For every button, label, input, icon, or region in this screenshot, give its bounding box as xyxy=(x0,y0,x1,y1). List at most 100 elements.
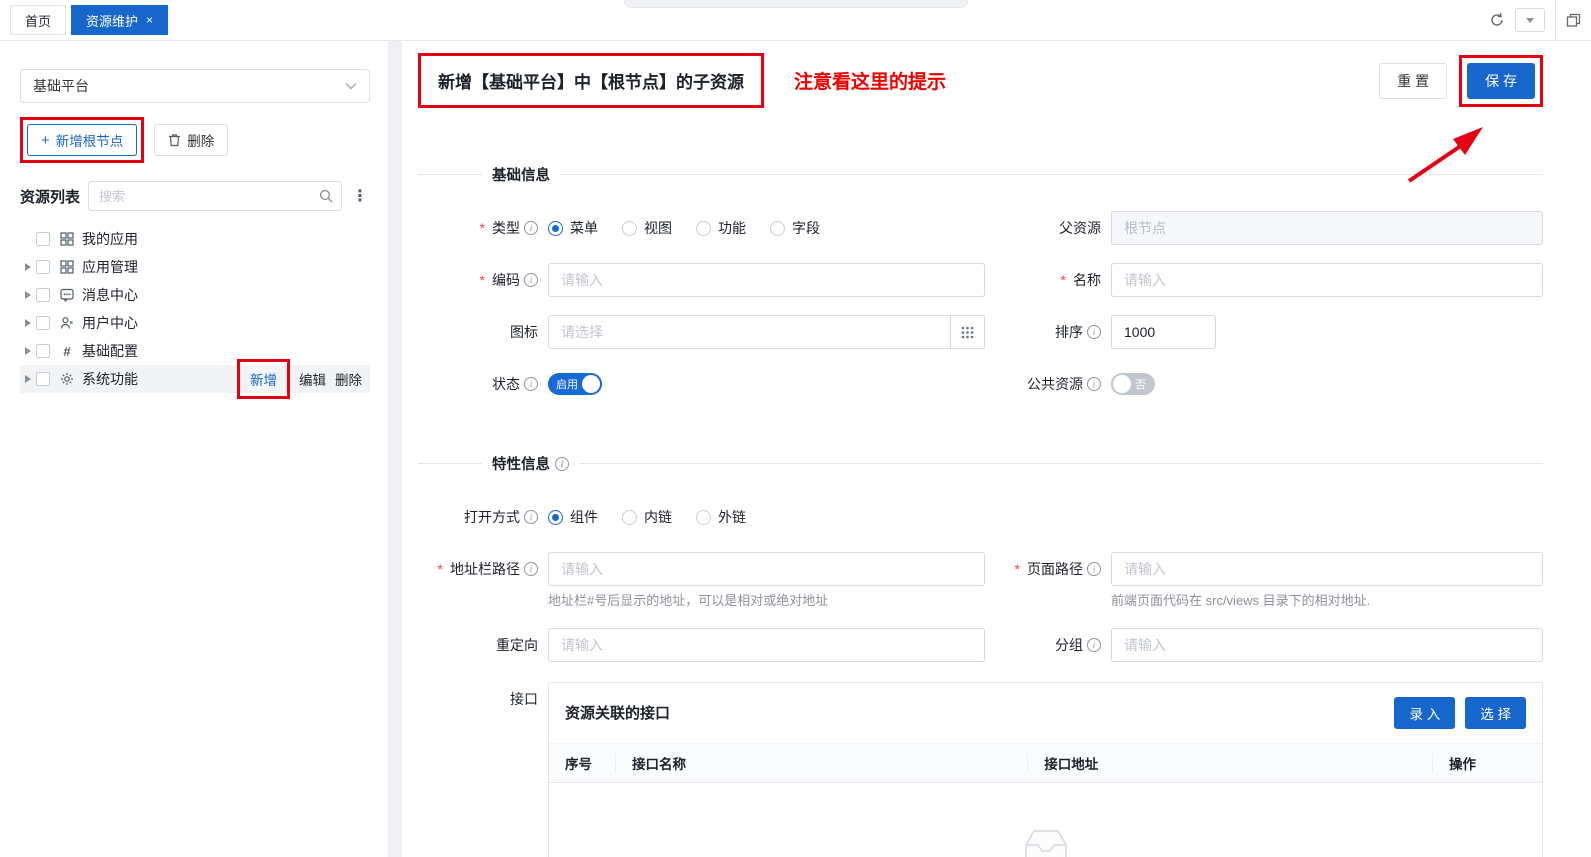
info-icon xyxy=(1087,377,1101,391)
platform-select-value: 基础平台 xyxy=(33,76,89,96)
delete-label: 删除 xyxy=(187,130,214,150)
open-mode-label: 打开方式 xyxy=(464,500,538,534)
radio-open-internal-link[interactable]: 内链 xyxy=(622,507,672,527)
tree-node-label[interactable]: 我的应用 xyxy=(82,229,138,249)
browser-pill xyxy=(623,0,968,8)
radio-type-menu[interactable]: 菜单 xyxy=(548,218,598,238)
expander-icon[interactable] xyxy=(20,263,36,271)
tree-row[interactable]: 消息中心 xyxy=(20,281,370,309)
user-icon xyxy=(58,316,76,330)
tree-checkbox[interactable] xyxy=(36,260,50,274)
icon-label: 图标 xyxy=(510,315,538,349)
refresh-icon[interactable] xyxy=(1489,12,1505,28)
save-button[interactable]: 保 存 xyxy=(1467,63,1535,99)
tree-checkbox[interactable] xyxy=(36,344,50,358)
expander-icon[interactable] xyxy=(20,347,36,355)
status-toggle[interactable]: 启用 xyxy=(548,373,602,395)
icon-field[interactable] xyxy=(549,316,950,348)
window-restore-icon[interactable] xyxy=(1566,13,1581,28)
sort-field[interactable] xyxy=(1111,315,1216,349)
tree-node-label[interactable]: 系统功能 xyxy=(82,369,138,389)
type-radio-group: 菜单 视图 功能 字段 xyxy=(548,211,985,245)
chevron-down-icon xyxy=(345,82,357,90)
api-table: 序号 接口名称 接口地址 操作 暂无数据 xyxy=(549,743,1542,857)
info-icon xyxy=(524,377,538,391)
info-icon xyxy=(1087,638,1101,652)
radio-open-external-link[interactable]: 外链 xyxy=(696,507,746,527)
related-api-panel: 资源关联的接口 录 入 选 择 序号 接口名称 接口地址 操作 xyxy=(548,682,1543,857)
reset-button[interactable]: 重 置 xyxy=(1379,63,1447,99)
page-path-label: 页面路径 xyxy=(1015,552,1101,586)
chevron-down-icon[interactable] xyxy=(1515,8,1545,32)
redirect-field[interactable] xyxy=(548,628,985,662)
tree-node-label[interactable]: 消息中心 xyxy=(82,285,138,305)
name-field[interactable] xyxy=(1111,263,1543,297)
group-field[interactable] xyxy=(1111,628,1543,662)
tree-checkbox[interactable] xyxy=(36,288,50,302)
tree-row[interactable]: 用户中心 xyxy=(20,309,370,337)
tab-home[interactable]: 首页 xyxy=(10,5,66,35)
sort-label: 排序 xyxy=(1055,315,1101,349)
tree-node-label[interactable]: 用户中心 xyxy=(82,313,138,333)
hash-icon xyxy=(58,344,76,359)
trash-icon xyxy=(168,133,181,147)
expander-icon[interactable] xyxy=(20,319,36,327)
add-root-node-button[interactable]: 新增根节点 xyxy=(27,124,137,156)
tree-action-add[interactable]: 新增 xyxy=(250,373,277,388)
resource-form-panel: 新增【基础平台】中【根节点】的子资源 注意看这里的提示 重 置 保 存 基础信息 xyxy=(402,41,1591,857)
tab-bar: 首页 资源维护 xyxy=(0,0,1591,41)
tab-resource-maintenance[interactable]: 资源维护 xyxy=(71,5,168,35)
tree-row[interactable]: 我的应用 xyxy=(20,225,370,253)
type-label: 类型 xyxy=(480,211,538,245)
radio-type-field[interactable]: 字段 xyxy=(770,218,820,238)
address-path-field[interactable] xyxy=(548,552,985,586)
empty-state: 暂无数据 xyxy=(549,825,1542,857)
page-path-field[interactable] xyxy=(1111,552,1543,586)
basic-info-title: 基础信息 xyxy=(482,164,560,185)
radio-type-function[interactable]: 功能 xyxy=(696,218,746,238)
tree-row[interactable]: 应用管理 xyxy=(20,253,370,281)
code-field[interactable] xyxy=(548,263,985,297)
delete-button[interactable]: 删除 xyxy=(154,124,228,156)
tree-action-delete[interactable]: 删除 xyxy=(335,369,362,389)
public-resource-toggle[interactable]: 否 xyxy=(1111,373,1155,395)
apps-grid-icon xyxy=(58,232,76,246)
info-icon xyxy=(1087,325,1101,339)
open-mode-radio-group: 组件 内链 外链 xyxy=(548,500,985,534)
icon-grid-picker-icon[interactable] xyxy=(950,316,984,348)
tree-node-label[interactable]: 基础配置 xyxy=(82,341,138,361)
platform-select[interactable]: 基础平台 xyxy=(20,69,370,103)
apps-grid-icon xyxy=(58,260,76,274)
col-api-name: 接口名称 xyxy=(615,753,1027,773)
tree-row-system-functions[interactable]: 系统功能 新增 编辑 删除 xyxy=(20,365,370,393)
tree-checkbox[interactable] xyxy=(36,316,50,330)
tree-action-edit[interactable]: 编辑 xyxy=(299,369,326,389)
code-label: 编码 xyxy=(480,263,538,297)
section-feature-info: 特性信息 xyxy=(418,453,1543,474)
api-enter-button[interactable]: 录 入 xyxy=(1394,697,1455,729)
annotation-box-title: 新增【基础平台】中【根节点】的子资源 xyxy=(418,53,764,108)
tree-row[interactable]: 基础配置 xyxy=(20,337,370,365)
page-path-helper: 前端页面代码在 src/views 目录下的相对地址. xyxy=(1111,593,1543,610)
section-basic-info: 基础信息 xyxy=(418,164,1543,185)
radio-type-view[interactable]: 视图 xyxy=(622,218,672,238)
page-title: 新增【基础平台】中【根节点】的子资源 xyxy=(438,73,744,92)
more-options-icon[interactable] xyxy=(350,186,370,206)
api-label: 接口 xyxy=(510,682,538,716)
icon-picker xyxy=(548,315,985,349)
plus-icon xyxy=(41,132,50,149)
radio-open-component[interactable]: 组件 xyxy=(548,507,598,527)
add-root-label: 新增根节点 xyxy=(56,130,124,150)
address-path-label: 地址栏路径 xyxy=(438,552,538,586)
close-icon[interactable] xyxy=(146,14,153,26)
tree-search[interactable] xyxy=(88,181,342,211)
tree-checkbox[interactable] xyxy=(36,232,50,246)
col-operation: 操作 xyxy=(1432,753,1542,773)
expander-icon[interactable] xyxy=(20,291,36,299)
expander-icon[interactable] xyxy=(20,375,36,383)
caret-glyph xyxy=(1526,18,1534,27)
search-input[interactable] xyxy=(99,189,319,204)
tree-node-label[interactable]: 应用管理 xyxy=(82,257,138,277)
api-choose-button[interactable]: 选 择 xyxy=(1465,697,1526,729)
tree-checkbox[interactable] xyxy=(36,372,50,386)
